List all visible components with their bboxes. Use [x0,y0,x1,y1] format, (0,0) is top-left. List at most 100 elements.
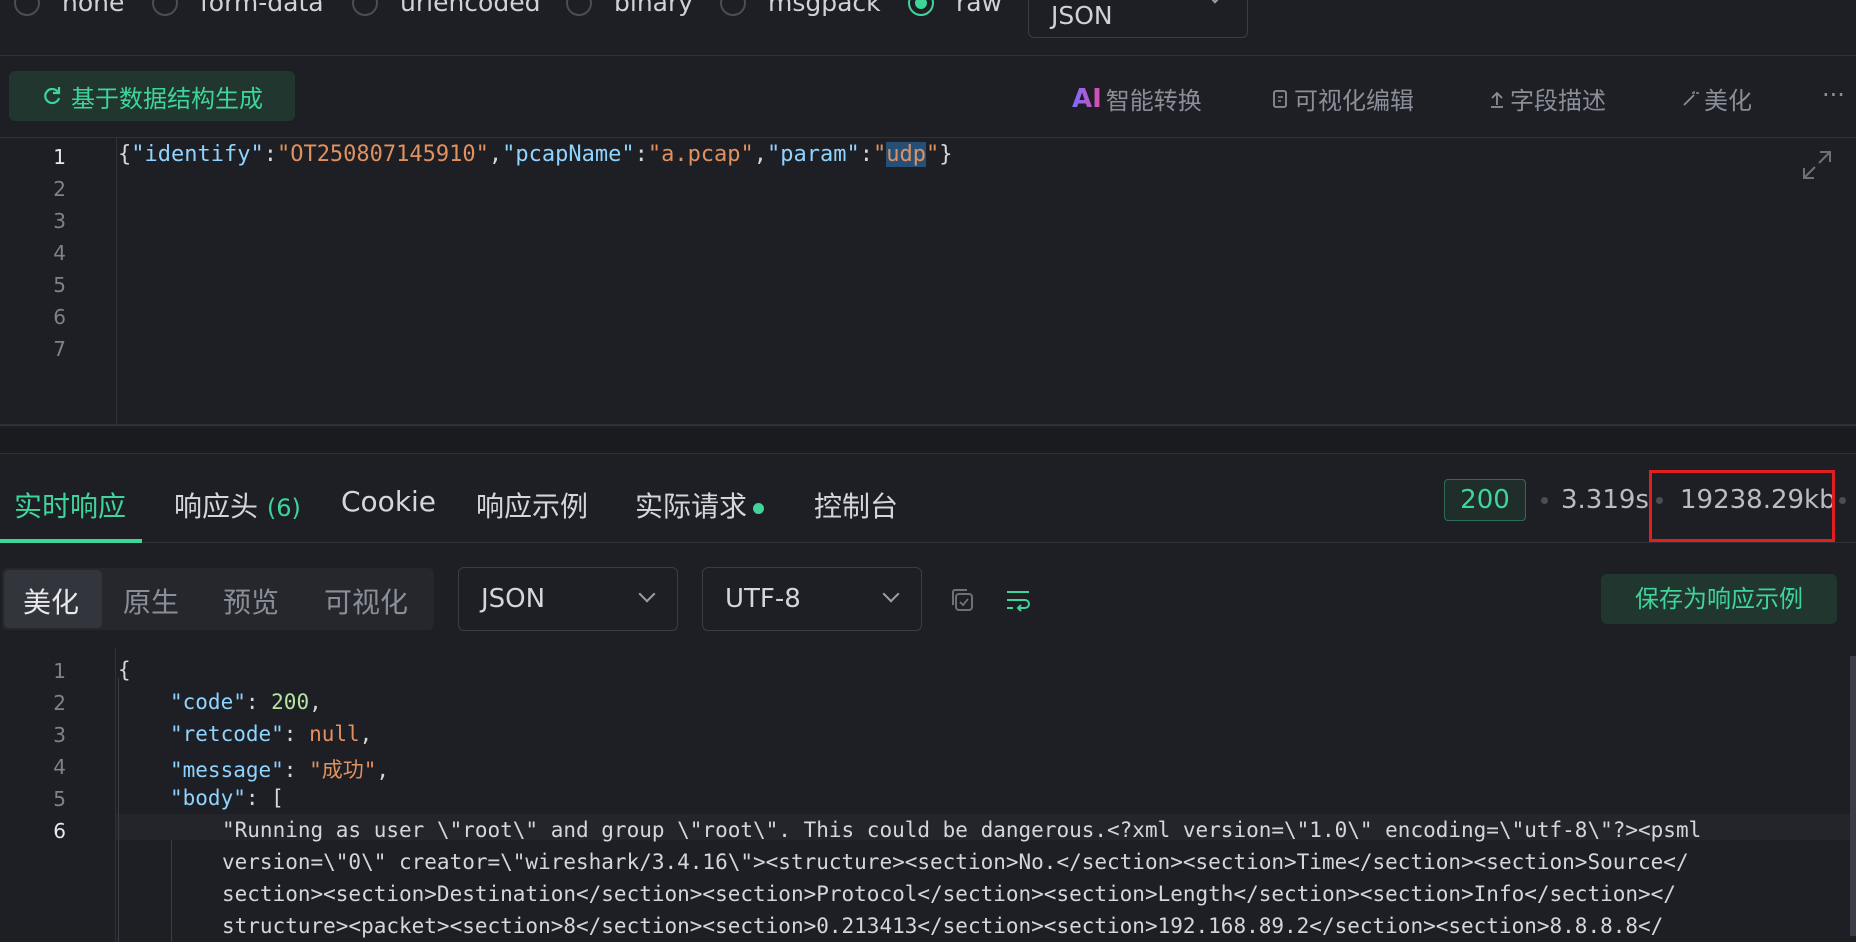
json-line: version=\"0\" creator=\"wireshark/3.4.16… [222,850,1689,874]
radio-msgpack[interactable]: msgpack [720,0,881,17]
more-button[interactable]: ··· [1822,81,1845,109]
body-type-row: none form-data urlencoded binary msgpack… [0,0,1856,56]
encoding-value: UTF-8 [725,584,801,614]
field-desc-label: 字段描述 [1510,87,1606,115]
beautify-button[interactable]: 美化 [1680,81,1752,116]
tab-actual-request[interactable]: 实际请求 [635,485,765,525]
json-line: { [118,658,131,682]
visual-edit-button[interactable]: 可视化编辑 [1272,81,1414,116]
line-number: 7 [53,337,66,361]
gutter-divider [116,138,117,425]
radio-circle-selected [908,0,934,16]
radio-label: raw [956,0,1003,17]
indent-guide [171,840,172,942]
upload-icon [1491,91,1503,108]
radio-circle [14,0,40,16]
beautify-label: 美化 [1704,87,1752,115]
field-desc-button[interactable]: 字段描述 [1488,81,1606,116]
radio-label: urlencoded [400,0,541,17]
line-number: 2 [53,177,66,201]
separator-dot [1839,497,1846,504]
ai-convert-button[interactable]: AI 智能转换 [1072,81,1202,116]
line-number: 3 [53,723,66,747]
radio-binary[interactable]: binary [566,0,693,17]
response-time: 3.319s [1561,485,1649,515]
view-mode-segmented: 美化 原生 预览 可视化 [2,568,434,630]
radio-urlencoded[interactable]: urlencoded [352,0,540,17]
view-preview[interactable]: 预览 [223,581,279,621]
radio-circle [720,0,746,16]
generate-from-schema-button[interactable]: 基于数据结构生成 [9,71,295,121]
encoding-select[interactable]: UTF-8 [702,567,922,631]
selected-text: udp [886,142,927,167]
request-code-line: {"identify":"OT250807145910","pcapName":… [118,142,953,167]
raw-format-value: JSON [1051,1,1113,30]
active-tab-indicator [0,539,142,543]
raw-format-select[interactable]: JSON [1028,0,1248,38]
radio-label: msgpack [768,0,881,17]
status-dot-icon [753,502,765,514]
ai-convert-label: 智能转换 [1105,87,1202,115]
line-number: 4 [53,241,66,265]
line-number: 6 [53,819,66,843]
chevron-down-icon [1206,0,1224,4]
pane-divider[interactable] [0,428,1856,454]
radio-raw[interactable]: raw [908,0,1002,17]
radio-circle [352,0,378,16]
json-line: "retcode": null, [170,722,373,746]
line-number: 4 [53,755,66,779]
radio-circle [152,0,178,16]
radio-none[interactable]: none [14,0,124,17]
tab-label: 响应头 [174,490,259,523]
radio-label: form-data [200,0,324,17]
line-number: 6 [53,305,66,329]
expand-icon[interactable] [1800,148,1834,182]
gutter-divider [115,648,116,942]
format-value: JSON [481,584,546,614]
json-line: "Running as user \"root\" and group \"ro… [222,818,1702,842]
response-tabs: 实时响应 响应头 (6) Cookie 响应示例 实际请求 控制台 200 3.… [0,455,1856,543]
indent-guide [118,678,119,942]
edit-doc-icon [1273,89,1287,108]
generate-label: 基于数据结构生成 [71,84,263,113]
response-format-select[interactable]: JSON [458,567,678,631]
magic-wand-icon [1683,90,1699,106]
ai-icon: AI [1072,83,1102,114]
json-line: structure><packet><section>8</section><s… [222,914,1664,938]
vertical-scrollbar[interactable] [1850,656,1856,936]
more-icon: ··· [1822,81,1845,109]
json-line: "body": [ [170,786,284,810]
chevron-down-icon [882,585,900,603]
visual-edit-label: 可视化编辑 [1294,87,1414,115]
radio-form-data[interactable]: form-data [152,0,324,17]
size-highlight-box [1649,470,1835,542]
response-body-viewer[interactable]: 1 2 3 4 5 6 { "code": 200, "retcode": nu… [0,648,1856,942]
line-number: 1 [53,145,66,169]
radio-label: binary [614,0,694,17]
view-beautify[interactable]: 美化 [23,581,79,621]
status-code-badge: 200 [1444,479,1526,521]
tab-cookie[interactable]: Cookie [341,485,436,518]
line-number: 5 [53,273,66,297]
json-line: section><section>Destination</section><s… [222,882,1676,906]
wrap-lines-icon[interactable] [1004,586,1032,614]
line-number: 5 [53,787,66,811]
save-as-example-button[interactable]: 保存为响应示例 [1601,574,1837,624]
radio-circle [566,0,592,16]
line-number: 1 [53,659,66,683]
tab-response-example[interactable]: 响应示例 [476,485,588,525]
view-raw[interactable]: 原生 [123,581,179,621]
tab-console[interactable]: 控制台 [814,485,898,525]
tab-realtime-response[interactable]: 实时响应 [14,485,126,525]
request-body-editor[interactable]: 1 2 3 4 5 6 7 {"identify":"OT25080714591… [0,137,1856,426]
tab-label: 实际请求 [635,490,748,523]
tab-response-headers[interactable]: 响应头 (6) [174,485,301,525]
refresh-icon [44,87,61,105]
json-line: "message": "成功", [170,758,390,782]
json-line: "code": 200, [170,690,322,714]
chevron-down-icon [638,585,656,603]
view-visualize[interactable]: 可视化 [324,581,408,621]
headers-count: (6) [266,494,301,522]
separator-dot [1541,497,1548,504]
copy-icon[interactable] [948,586,976,614]
